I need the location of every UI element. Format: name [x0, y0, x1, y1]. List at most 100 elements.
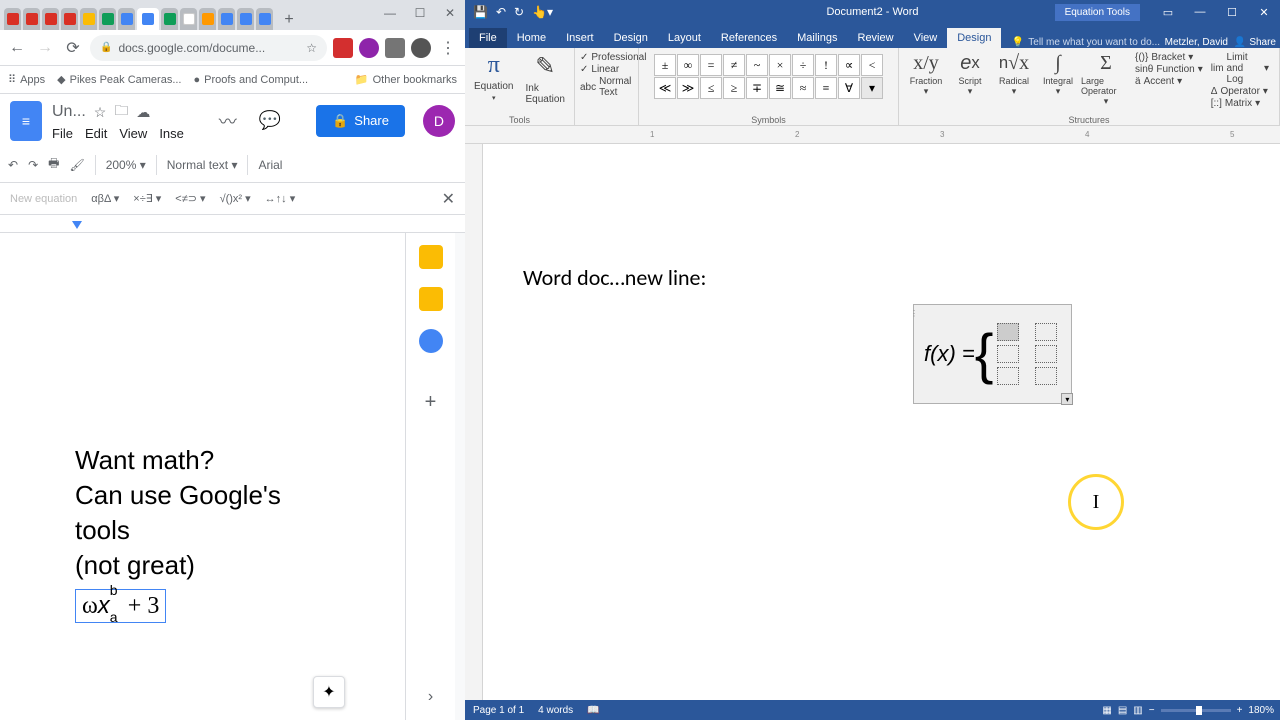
docs-page[interactable]: Want math? Can use Google's tools (not g… — [0, 233, 405, 720]
user-name[interactable]: Metzler, David — [1165, 37, 1228, 48]
star-icon[interactable]: ☆ — [306, 41, 317, 55]
symbol-cell[interactable]: ~ — [746, 54, 768, 76]
accent-button[interactable]: ä Accent ▾ — [1135, 76, 1203, 87]
star-icon[interactable]: ☆ — [94, 104, 107, 121]
redo-button[interactable]: ↻ — [514, 5, 524, 19]
fraction-button[interactable]: x/yFraction▾ — [905, 50, 947, 111]
new-equation-button[interactable]: New equation — [10, 193, 77, 205]
equation-button[interactable]: π Equation▾ — [470, 50, 517, 107]
symbol-cell[interactable]: ∞ — [677, 54, 699, 76]
browser-tab[interactable] — [23, 8, 40, 30]
bookmark-item[interactable]: ◆ Pikes Peak Cameras... — [57, 73, 181, 86]
touch-mode-button[interactable]: 👆▾ — [532, 5, 553, 19]
tab-references[interactable]: References — [711, 28, 787, 48]
symbols-more[interactable]: ▾ — [861, 77, 883, 99]
word-page[interactable]: Word doc…new line: ⋮ f(x) = { ▾ I — [483, 144, 1280, 321]
symbol-cell[interactable]: ≈ — [792, 77, 814, 99]
close-button[interactable]: ✕ — [435, 0, 465, 25]
browser-tab[interactable] — [199, 8, 216, 30]
trend-icon[interactable]: 〰 — [219, 108, 237, 134]
function-button[interactable]: sinθ Function ▾ — [1135, 64, 1203, 75]
bracket-button[interactable]: {()} Bracket ▾ — [1135, 52, 1203, 63]
symbol-cell[interactable]: × — [769, 54, 791, 76]
tasks-icon[interactable] — [419, 329, 443, 353]
arrows-menu[interactable]: ↔↑↓ ▾ — [265, 192, 296, 205]
tab-design-equation[interactable]: Design — [947, 28, 1001, 48]
symbol-cell[interactable]: ≪ — [654, 77, 676, 99]
font-select[interactable]: Arial — [258, 158, 282, 172]
equation-placeholders[interactable] — [997, 323, 1057, 385]
equation-field[interactable]: ωxba + 3 — [75, 589, 166, 623]
tab-mailings[interactable]: Mailings — [787, 28, 847, 48]
large-operator-button[interactable]: ΣLarge Operator▾ — [1081, 50, 1131, 111]
symbol-cell[interactable]: ≤ — [700, 77, 722, 99]
ink-equation-button[interactable]: ✎ Ink Equation — [522, 50, 569, 107]
equation-handle[interactable]: ⋮ — [910, 309, 918, 318]
ops-menu[interactable]: ×÷∃ ▾ — [133, 192, 161, 205]
symbol-cell[interactable]: < — [861, 54, 883, 76]
zoom-out-button[interactable]: − — [1149, 705, 1155, 716]
tab-review[interactable]: Review — [848, 28, 904, 48]
zoom-slider[interactable] — [1161, 709, 1231, 712]
user-avatar[interactable]: D — [423, 105, 455, 137]
script-button[interactable]: exScript▾ — [949, 50, 991, 111]
view-print-layout[interactable]: ▤ — [1118, 705, 1127, 716]
symbol-cell[interactable]: ≠ — [723, 54, 745, 76]
forward-button[interactable]: → — [34, 37, 56, 59]
view-read-mode[interactable]: ▦ — [1102, 705, 1111, 716]
indent-marker[interactable] — [72, 221, 82, 229]
zoom-in-button[interactable]: + — [1237, 705, 1243, 716]
browser-tab[interactable] — [4, 8, 21, 30]
spellcheck-icon[interactable]: 📖 — [587, 705, 599, 716]
word-vertical-ruler[interactable] — [465, 144, 483, 700]
maximize-button[interactable]: ☐ — [1216, 0, 1248, 24]
extension-icon[interactable] — [359, 38, 379, 58]
keep-icon[interactable] — [419, 287, 443, 311]
close-button[interactable]: ✕ — [1248, 0, 1280, 24]
address-bar[interactable]: 🔒 docs.google.com/docume... ☆ — [90, 35, 327, 61]
save-button[interactable]: 💾 — [473, 5, 488, 19]
symbols-gallery[interactable]: ± ∞ = ≠ ~ × ÷ ! ∝ < ≪ ≫ ≤ ≥ ∓ ≅ ≈ ≡ ∀ ▾ — [654, 54, 883, 99]
collapse-sidepanel[interactable]: › — [428, 688, 433, 706]
ribbon-options-button[interactable]: ▭ — [1152, 0, 1184, 24]
limit-button[interactable]: lim Limit and Log ▾ — [1211, 52, 1269, 85]
calendar-icon[interactable] — [419, 245, 443, 269]
print-button[interactable]: 🖶 — [48, 154, 59, 175]
menu-view[interactable]: View — [119, 126, 147, 141]
reload-button[interactable]: ⟳ — [62, 37, 84, 59]
equation-container[interactable]: ⋮ f(x) = { ▾ — [913, 304, 1072, 404]
cloud-icon[interactable]: ☁ — [136, 104, 150, 121]
browser-tab[interactable] — [256, 8, 273, 30]
word-count[interactable]: 4 words — [538, 705, 573, 716]
symbol-cell[interactable]: ! — [815, 54, 837, 76]
share-button[interactable]: 👤 Share — [1234, 37, 1276, 48]
close-equation-toolbar[interactable]: ✕ — [442, 189, 455, 209]
browser-tab[interactable] — [99, 8, 116, 30]
word-horizontal-ruler[interactable]: 1 2 3 4 5 — [465, 126, 1280, 144]
browser-tab-active[interactable] — [137, 8, 159, 30]
matrix-button[interactable]: [::] Matrix ▾ — [1211, 98, 1269, 109]
symbol-cell[interactable]: = — [700, 54, 722, 76]
style-select[interactable]: Normal text ▾ — [167, 158, 238, 172]
radical-button[interactable]: n√xRadical▾ — [993, 50, 1035, 111]
format-paint-button[interactable]: 🖌 — [69, 158, 84, 172]
symbol-cell[interactable]: ∓ — [746, 77, 768, 99]
browser-tab[interactable] — [61, 8, 78, 30]
symbol-cell[interactable]: ≡ — [815, 77, 837, 99]
extension-icon[interactable] — [333, 38, 353, 58]
share-button[interactable]: 🔒 Share — [316, 105, 405, 137]
symbol-cell[interactable]: ∝ — [838, 54, 860, 76]
tab-insert[interactable]: Insert — [556, 28, 604, 48]
browser-tab[interactable] — [80, 8, 97, 30]
symbol-cell[interactable]: ± — [654, 54, 676, 76]
browser-tab[interactable] — [180, 8, 197, 30]
view-web-layout[interactable]: ▥ — [1133, 705, 1142, 716]
menu-insert[interactable]: Inse — [159, 126, 184, 141]
symbol-cell[interactable]: ≥ — [723, 77, 745, 99]
tab-layout[interactable]: Layout — [658, 28, 711, 48]
browser-tab[interactable] — [161, 8, 178, 30]
undo-button[interactable]: ↶ — [496, 5, 506, 19]
tab-view[interactable]: View — [904, 28, 948, 48]
tab-home[interactable]: Home — [507, 28, 556, 48]
relations-menu[interactable]: <≠⊃ ▾ — [175, 192, 205, 205]
